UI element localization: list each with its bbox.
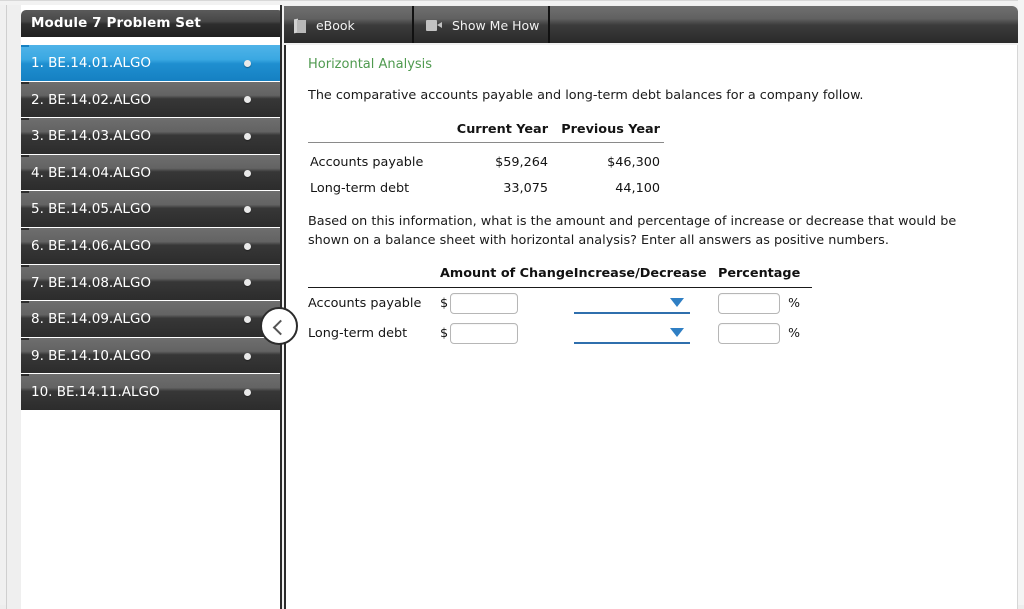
status-dot-icon [244, 279, 251, 287]
answer-header-row: Amount of Change Increase/Decrease Perce… [308, 266, 812, 288]
sidebar-item-1[interactable]: 1. BE.14.01.ALGO [21, 44, 280, 81]
col-header-previous-year: Previous Year [561, 122, 660, 137]
increase-decrease-select[interactable] [573, 322, 690, 344]
cell-previous-year: 44,100 [615, 181, 660, 196]
sidebar-item-label: 10. BE.14.11.ALGO [31, 384, 160, 401]
amount-of-change-input[interactable] [450, 322, 518, 344]
question-paragraph: Based on this information, what is the a… [308, 214, 957, 248]
sidebar-item-10[interactable]: 10. BE.14.11.ALGO [21, 373, 280, 410]
status-dot-icon [244, 59, 251, 67]
app-root: Module 7 Problem Set 1. BE.14.01.ALGO 2. … [0, 0, 1024, 609]
percentage-input[interactable] [718, 322, 781, 344]
tab-ebook[interactable]: eBook [284, 6, 414, 43]
sidebar-item-label: 6. BE.14.06.ALGO [31, 237, 152, 254]
percentage-cell: % [707, 288, 812, 319]
percentage-cell: % [707, 318, 812, 348]
status-dot-icon [244, 315, 251, 323]
sidebar-item-label: 2. BE.14.02.ALGO [31, 91, 152, 108]
answer-row-label: Long-term debt [308, 325, 408, 341]
sidebar-item-label: 4. BE.14.04.ALGO [31, 164, 152, 181]
amount-of-change-cell: $ [440, 288, 574, 319]
status-dot-icon [244, 96, 251, 104]
sidebar-panel: Module 7 Problem Set 1. BE.14.01.ALGO 2. … [21, 5, 280, 609]
status-dot-icon [244, 242, 251, 250]
chevron-left-icon [272, 319, 289, 336]
status-dot-icon [244, 352, 251, 360]
sidebar-item-6[interactable]: 6. BE.14.06.ALGO [21, 226, 280, 264]
row-label: Long-term debt [310, 181, 410, 196]
sidebar-title: Module 7 Problem Set [21, 10, 280, 37]
currency-symbol: $ [440, 325, 449, 341]
sidebar-item-label: 7. BE.14.08.ALGO [31, 274, 152, 291]
sidebar-collapse-button[interactable] [260, 307, 298, 345]
sidebar-item-8[interactable]: 8. BE.14.09.ALGO [21, 300, 280, 337]
amount-of-change-input[interactable] [450, 292, 518, 314]
content-panel: Horizontal Analysis The comparative acco… [284, 45, 1018, 609]
sidebar-item-5[interactable]: 5. BE.14.05.ALGO [21, 190, 280, 227]
intro-paragraph: The comparative accounts payable and lon… [308, 88, 864, 103]
window-right-edge [1018, 0, 1024, 609]
amount-of-change-cell: $ [440, 318, 574, 348]
sidebar-item-3[interactable]: 3. BE.14.03.ALGO [21, 117, 280, 154]
table-header-row: Current Year Previous Year [308, 118, 664, 143]
ans-col-header-direction: Increase/Decrease [573, 266, 707, 281]
col-header-current-year: Current Year [456, 122, 548, 137]
section-title: Horizontal Analysis [308, 57, 433, 72]
row-label: Accounts payable [310, 155, 424, 170]
percentage-input[interactable] [718, 292, 781, 314]
tab-bar-filler [552, 6, 1018, 43]
book-icon [294, 18, 306, 33]
status-dot-icon [244, 169, 251, 177]
percent-symbol: % [788, 324, 801, 340]
answer-entry-table: Amount of Change Increase/Decrease Perce… [308, 266, 812, 348]
currency-symbol: $ [440, 295, 449, 311]
tab-show-me-how[interactable]: Show Me How [416, 6, 550, 43]
ans-col-header-amount: Amount of Change [440, 266, 574, 281]
tab-bar: eBook Show Me How [284, 6, 1018, 43]
sidebar-item-label: 1. BE.14.01.ALGO [31, 55, 152, 71]
table-row: Accounts payable $59,264 $46,300 [308, 143, 664, 173]
ans-col-header-blank [308, 266, 440, 288]
tab-show-me-how-label: Show Me How [451, 18, 540, 33]
sidebar-item-4[interactable]: 4. BE.14.04.ALGO [21, 153, 280, 191]
cell-current-year: $59,264 [495, 155, 548, 170]
ans-col-header-percentage: Percentage [717, 266, 801, 281]
comparative-balances-table: Current Year Previous Year Accounts paya… [308, 118, 664, 198]
sidebar-item-7[interactable]: 7. BE.14.08.ALGO [21, 263, 280, 301]
col-header-blank [308, 118, 440, 143]
tab-ebook-label: eBook [315, 18, 355, 33]
increase-decrease-cell [573, 318, 707, 348]
sidebar-item-label: 9. BE.14.10.ALGO [31, 347, 152, 364]
answer-row: Long-term debt $% [308, 318, 812, 348]
sidebar-item-label: 3. BE.14.03.ALGO [31, 128, 152, 145]
percent-symbol: % [788, 294, 801, 310]
chevron-down-icon[interactable] [669, 328, 684, 337]
chevron-down-icon[interactable] [669, 298, 684, 307]
answer-row: Accounts payable $% [308, 288, 812, 319]
cell-current-year: 33,075 [503, 181, 548, 196]
increase-decrease-cell [573, 288, 707, 319]
sidebar-item-label: 8. BE.14.09.ALGO [31, 311, 152, 328]
assignment-list: 1. BE.14.01.ALGO 2. BE.14.02.ALGO 3. BE.14… [21, 44, 280, 410]
increase-decrease-select[interactable] [573, 292, 690, 314]
status-dot-icon [244, 206, 251, 214]
answer-row-label: Accounts payable [308, 295, 422, 311]
status-dot-icon [244, 389, 251, 397]
video-camera-icon [426, 20, 442, 31]
cell-previous-year: $46,300 [607, 155, 660, 170]
sidebar-item-9[interactable]: 9. BE.14.10.ALGO [21, 336, 280, 374]
table-row: Long-term debt 33,075 44,100 [308, 172, 664, 198]
sidebar: Module 7 Problem Set 1. BE.14.01.ALGO 2. … [6, 5, 282, 609]
sidebar-item-2[interactable]: 2. BE.14.02.ALGO [21, 80, 280, 118]
sidebar-gutter [7, 5, 21, 609]
sidebar-item-label: 5. BE.14.05.ALGO [31, 201, 152, 218]
status-dot-icon [244, 132, 251, 140]
